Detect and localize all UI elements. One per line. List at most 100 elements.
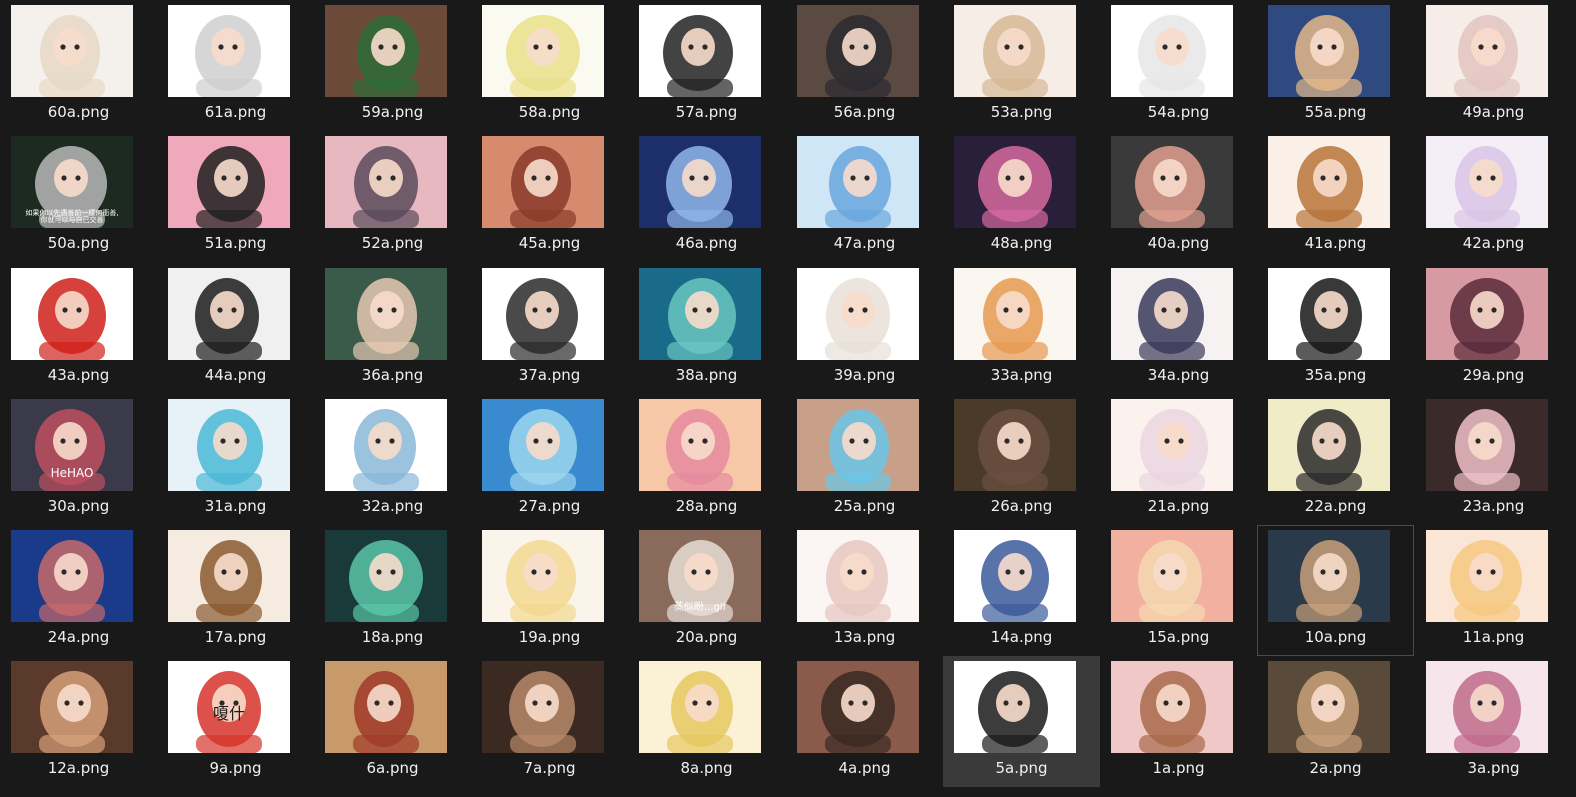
file-item[interactable]: 21a.png	[1100, 394, 1257, 525]
file-item[interactable]: 47a.png	[786, 131, 943, 262]
file-thumbnail	[797, 268, 919, 360]
file-item[interactable]: 37a.png	[471, 263, 628, 394]
file-name-label: 32a.png	[361, 497, 424, 515]
file-item[interactable]: 42a.png	[1415, 131, 1572, 262]
file-item[interactable]: 18a.png	[314, 525, 471, 656]
file-item[interactable]: 36a.png	[314, 263, 471, 394]
thumbnail-image	[11, 5, 133, 97]
file-item[interactable]: 13a.png	[786, 525, 943, 656]
file-item[interactable]: 51a.png	[157, 131, 314, 262]
file-name-label: 35a.png	[1304, 366, 1367, 384]
file-item[interactable]: 28a.png	[628, 394, 785, 525]
file-item[interactable]: 31a.png	[157, 394, 314, 525]
file-item[interactable]: 55a.png	[1257, 0, 1414, 131]
file-item[interactable]: 1a.png	[1100, 656, 1257, 787]
file-item[interactable]: 7a.png	[471, 656, 628, 787]
thumbnail-image	[325, 268, 447, 360]
file-item[interactable]: 23a.png	[1415, 394, 1572, 525]
file-item[interactable]: 38a.png	[628, 263, 785, 394]
file-name-label: 52a.png	[361, 234, 424, 252]
file-thumbnail	[482, 5, 604, 97]
file-name-label: 18a.png	[361, 628, 424, 646]
file-name-label: 4a.png	[838, 759, 891, 777]
file-item[interactable]: 48a.png	[943, 131, 1100, 262]
file-thumbnail	[482, 136, 604, 228]
thumbnail-image	[954, 530, 1076, 622]
file-item[interactable]: 54a.png	[1100, 0, 1257, 131]
file-item[interactable]: 3a.png	[1415, 656, 1572, 787]
file-item[interactable]: 27a.png	[471, 394, 628, 525]
thumbnail-image	[954, 136, 1076, 228]
file-item[interactable]: 25a.png	[786, 394, 943, 525]
file-name-label: 6a.png	[366, 759, 419, 777]
file-name-label: 50a.png	[47, 234, 110, 252]
file-item[interactable]: 29a.png	[1415, 263, 1572, 394]
file-thumbnail	[1426, 136, 1548, 228]
file-item[interactable]: 8a.png	[628, 656, 785, 787]
file-item[interactable]: 6a.png	[314, 656, 471, 787]
file-item[interactable]: 58a.png	[471, 0, 628, 131]
file-item[interactable]: 蒸似盼...gif 20a.png	[628, 525, 785, 656]
file-item[interactable]: 12a.png	[0, 656, 157, 787]
file-item[interactable]: 40a.png	[1100, 131, 1257, 262]
thumbnail-caption: 嗄什	[213, 704, 245, 723]
file-item[interactable]: 46a.png	[628, 131, 785, 262]
file-item[interactable]: 60a.png	[0, 0, 157, 131]
file-thumbnail	[168, 5, 290, 97]
file-item[interactable]: 45a.png	[471, 131, 628, 262]
file-item[interactable]: 39a.png	[786, 263, 943, 394]
file-name-label: 42a.png	[1462, 234, 1525, 252]
file-item[interactable]: 35a.png	[1257, 263, 1414, 394]
file-item[interactable]: 24a.png	[0, 525, 157, 656]
file-thumbnail	[325, 5, 447, 97]
file-item[interactable]: 61a.png	[157, 0, 314, 131]
file-item[interactable]: 53a.png	[943, 0, 1100, 131]
file-name-label: 56a.png	[833, 103, 896, 121]
file-name-label: 27a.png	[518, 497, 581, 515]
file-item[interactable]: 43a.png	[0, 263, 157, 394]
file-item[interactable]: 如果你以先遇善前一樣何衝善, 你就可以与自己交善 50a.png	[0, 131, 157, 262]
file-item[interactable]: 49a.png	[1415, 0, 1572, 131]
file-name-label: 39a.png	[833, 366, 896, 384]
file-name-label: 45a.png	[518, 234, 581, 252]
file-name-label: 43a.png	[47, 366, 110, 384]
file-item[interactable]: 19a.png	[471, 525, 628, 656]
file-item[interactable]: HeHAO 30a.png	[0, 394, 157, 525]
file-item[interactable]: 44a.png	[157, 263, 314, 394]
thumbnail-image	[1268, 268, 1390, 360]
file-item[interactable]: 57a.png	[628, 0, 785, 131]
file-name-label: 33a.png	[990, 366, 1053, 384]
file-item[interactable]: 14a.png	[943, 525, 1100, 656]
file-item[interactable]: 4a.png	[786, 656, 943, 787]
thumbnail-image	[1268, 399, 1390, 491]
thumbnail-image	[1426, 268, 1548, 360]
file-name-label: 49a.png	[1462, 103, 1525, 121]
file-item[interactable]: 41a.png	[1257, 131, 1414, 262]
file-item[interactable]: 32a.png	[314, 394, 471, 525]
file-item[interactable]: 17a.png	[157, 525, 314, 656]
file-item[interactable]: 34a.png	[1100, 263, 1257, 394]
file-item[interactable]: 15a.png	[1100, 525, 1257, 656]
file-item[interactable]: 嗄什 9a.png	[157, 656, 314, 787]
file-thumbnail	[954, 5, 1076, 97]
file-item[interactable]: 10a.png	[1257, 525, 1414, 656]
file-item[interactable]: 33a.png	[943, 263, 1100, 394]
file-item[interactable]: 11a.png	[1415, 525, 1572, 656]
file-name-label: 59a.png	[361, 103, 424, 121]
thumbnail-image	[325, 136, 447, 228]
file-item[interactable]: 59a.png	[314, 0, 471, 131]
file-item[interactable]: 52a.png	[314, 131, 471, 262]
file-item[interactable]: 56a.png	[786, 0, 943, 131]
file-thumbnail	[1111, 399, 1233, 491]
thumbnail-image	[325, 5, 447, 97]
file-item[interactable]: 22a.png	[1257, 394, 1414, 525]
file-name-label: 41a.png	[1304, 234, 1367, 252]
file-name-label: 19a.png	[518, 628, 581, 646]
thumbnail-caption: HeHAO	[51, 466, 94, 480]
file-name-label: 54a.png	[1147, 103, 1210, 121]
file-item[interactable]: 2a.png	[1257, 656, 1414, 787]
file-item[interactable]: 5a.png	[943, 656, 1100, 787]
file-name-label: 1a.png	[1152, 759, 1205, 777]
file-item[interactable]: 26a.png	[943, 394, 1100, 525]
thumbnail-image	[1426, 5, 1548, 97]
